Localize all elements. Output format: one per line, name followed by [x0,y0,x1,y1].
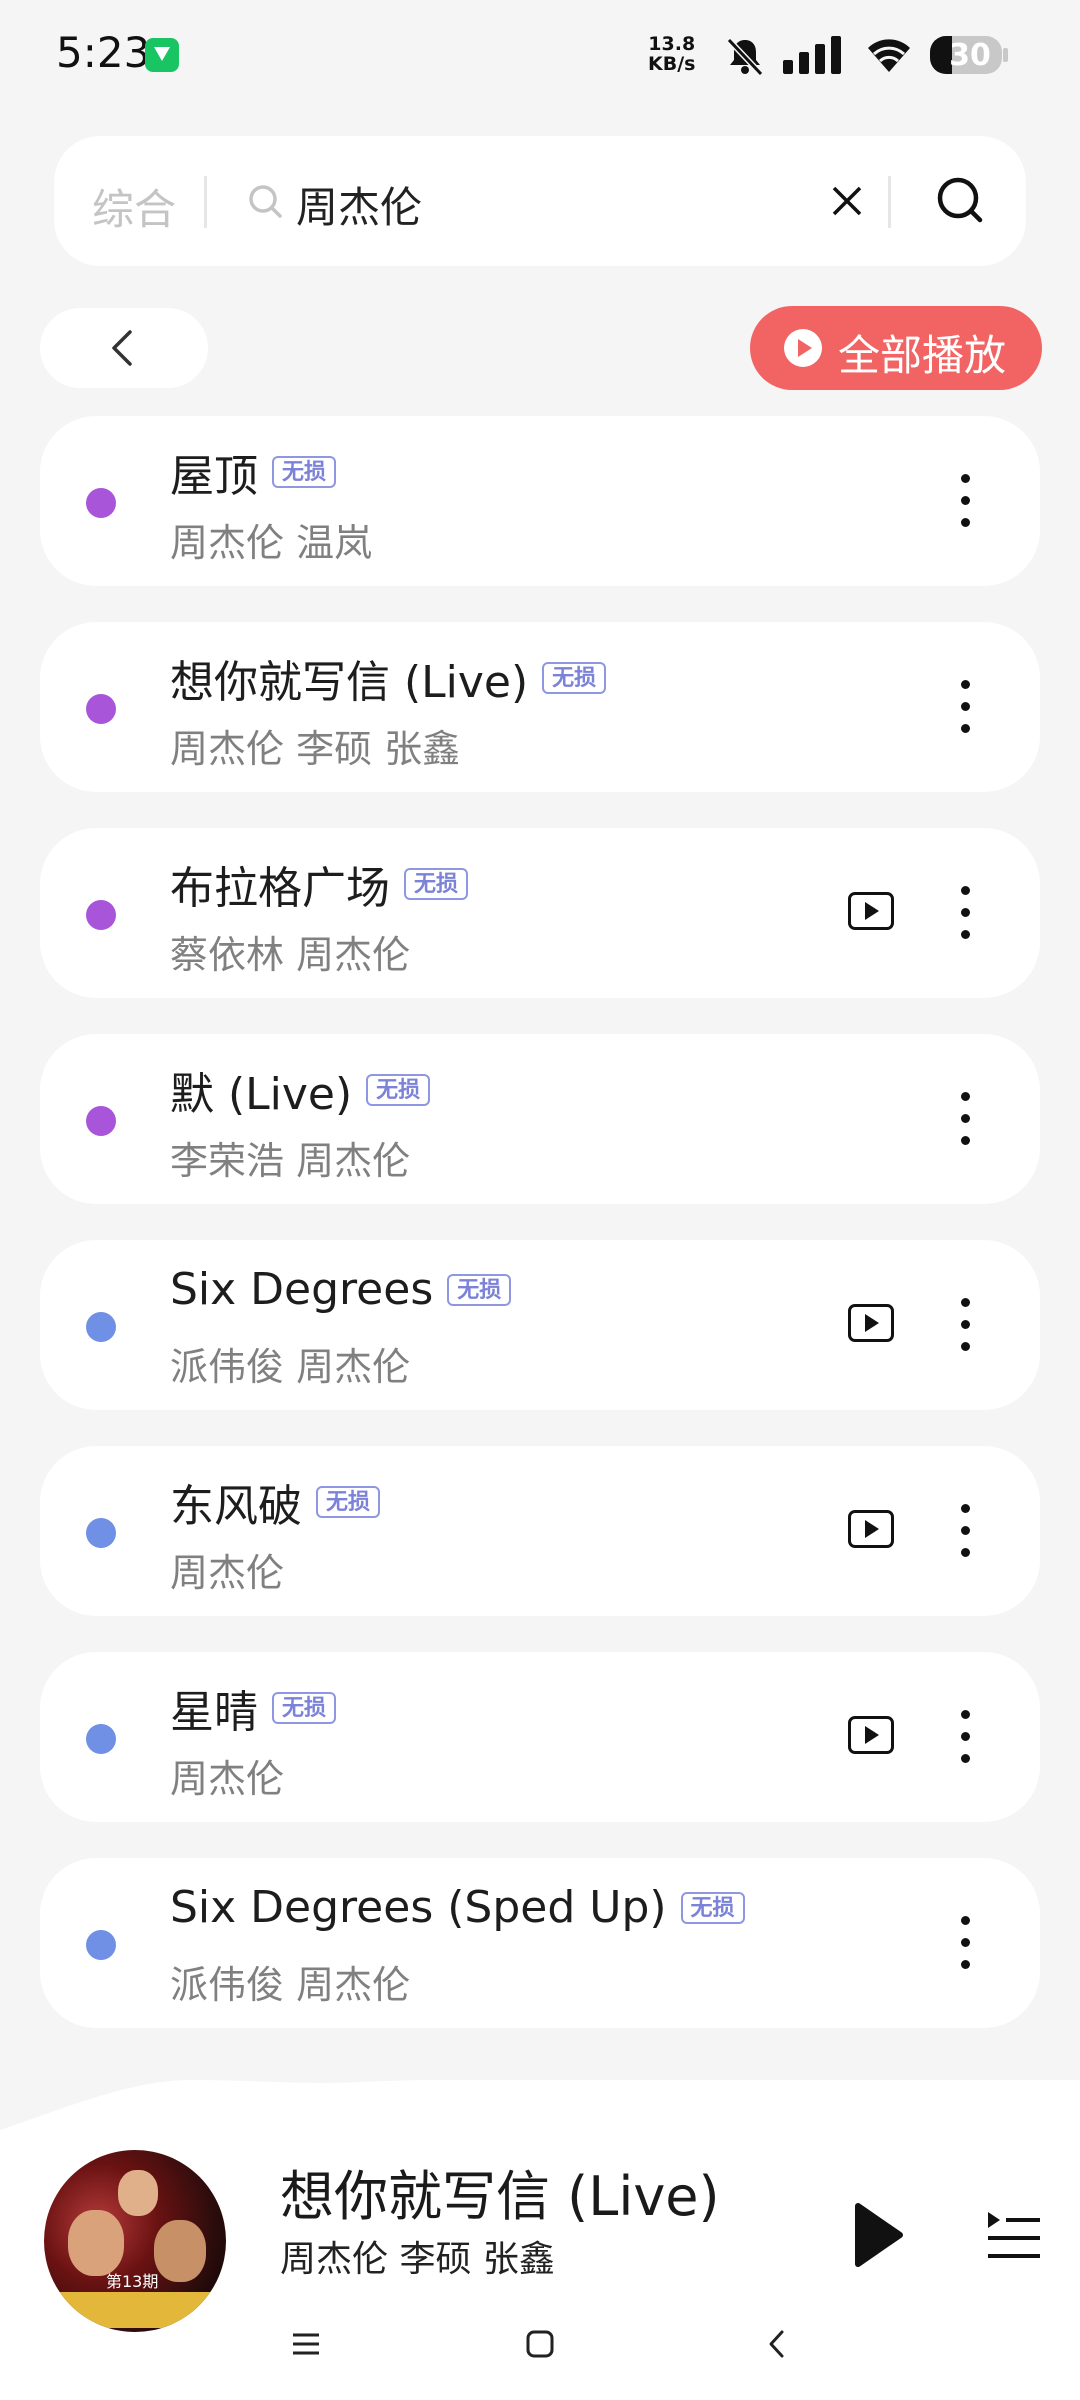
now-playing-artists: 周杰伦 李硕 张鑫 [280,2239,555,2280]
song-title-row: Six Degrees (Sped Up) 无损 [170,1882,745,1933]
cover-episode-text: 第13期 [106,2272,159,2291]
song-title: 默 (Live) [170,1069,353,1120]
lossless-badge: 无损 [316,1486,381,1518]
lossless-badge: 无损 [680,1891,745,1924]
back-button[interactable] [40,308,208,388]
search-icon [249,185,282,218]
song-status-dot [86,900,116,930]
home-icon[interactable] [524,2328,556,2360]
search-category-selector[interactable]: 综合 [92,176,176,237]
song-status-dot [86,694,116,724]
song-artists: 周杰伦 [170,1551,285,1595]
song-status-dot [86,1518,116,1548]
chevron-left-icon [112,330,132,366]
network-speed-unit: KB/s [648,53,696,75]
song-title: 想你就写信 (Live) [170,657,529,708]
play-circle-icon [784,329,822,367]
lossless-badge: 无损 [272,1692,337,1724]
menu-icon[interactable] [290,2328,322,2360]
song-status-dot [86,1930,116,1960]
song-row[interactable]: Six Degrees 无损派伟俊 周杰伦 [40,1240,1040,1410]
music-video-icon[interactable] [848,1304,894,1342]
song-artists: 蔡依林 周杰伦 [170,933,411,977]
search-button-icon[interactable] [932,172,990,230]
system-nav-bar [0,2292,1080,2400]
song-status-dot [86,1106,116,1136]
lossless-badge: 无损 [542,662,607,694]
song-artists: 周杰伦 [170,1757,285,1801]
song-title-row: 星晴 无损 [170,1676,337,1740]
more-options-icon[interactable] [958,1710,972,1764]
network-speed: 13.8 KB/s [648,34,695,74]
song-title: 东风破 [170,1481,302,1532]
now-playing-title: 想你就写信 (Live) [280,2165,720,2228]
battery-level: 30 [949,38,991,73]
song-artists: 派伟俊 周杰伦 [170,1345,411,1389]
song-title: Six Degrees [170,1264,434,1315]
more-options-icon[interactable] [958,680,972,734]
clear-icon[interactable] [826,180,868,222]
song-row[interactable]: 默 (Live) 无损李荣浩 周杰伦 [40,1034,1040,1204]
play-icon[interactable] [850,2200,906,2270]
song-row[interactable]: 屋顶 无损周杰伦 温岚 [40,416,1040,586]
song-row[interactable]: Six Degrees (Sped Up) 无损派伟俊 周杰伦 [40,1858,1040,2028]
song-row[interactable]: 想你就写信 (Live) 无损周杰伦 李硕 张鑫 [40,622,1040,792]
song-artists: 李荣浩 周杰伦 [170,1139,411,1183]
song-title-row: Six Degrees 无损 [170,1264,512,1315]
song-title: Six Degrees (Sped Up) [170,1882,667,1933]
more-options-icon[interactable] [958,1916,972,1970]
song-row[interactable]: 东风破 无损周杰伦 [40,1446,1040,1616]
back-nav-icon[interactable] [762,2328,794,2360]
playlist-queue-icon[interactable] [984,2206,1042,2266]
lossless-badge: 无损 [404,868,469,900]
search-bar: 综合 周杰伦 [54,136,1026,266]
divider [888,176,891,228]
music-video-icon[interactable] [848,1510,894,1548]
status-bar: 5:23 13.8 KB/s 30 [0,0,1080,110]
song-artists: 派伟俊 周杰伦 [170,1963,411,2007]
music-video-icon[interactable] [848,892,894,930]
song-title: 屋顶 [170,451,258,502]
song-title: 星晴 [170,1687,258,1738]
song-title-row: 默 (Live) 无损 [170,1058,431,1122]
song-status-dot [86,1724,116,1754]
song-title-row: 屋顶 无损 [170,440,337,504]
lossless-badge: 无损 [447,1273,512,1306]
music-video-icon[interactable] [848,1716,894,1754]
vpn-icon [145,38,179,72]
song-title: 布拉格广场 [170,863,390,914]
network-speed-value: 13.8 [648,33,696,55]
more-options-icon[interactable] [958,886,972,940]
play-all-label: 全部播放 [838,331,1007,380]
more-options-icon[interactable] [958,1092,972,1146]
song-row[interactable]: 布拉格广场 无损蔡依林 周杰伦 [40,828,1040,998]
more-options-icon[interactable] [958,1298,972,1352]
divider [204,176,207,228]
more-options-icon[interactable] [958,1504,972,1558]
status-time: 5:23 [56,28,151,77]
battery-indicator: 30 [930,36,1010,74]
song-title-row: 东风破 无损 [170,1470,381,1534]
song-title-row: 布拉格广场 无损 [170,852,469,916]
play-all-button[interactable]: 全部播放 [750,306,1042,390]
signal-icon [783,36,841,74]
bell-muted-icon [726,37,764,77]
song-artists: 周杰伦 李硕 张鑫 [170,727,461,771]
song-status-dot [86,488,116,518]
search-input[interactable]: 周杰伦 [296,174,422,235]
song-title-row: 想你就写信 (Live) 无损 [170,646,607,710]
lossless-badge: 无损 [366,1074,431,1106]
song-status-dot [86,1312,116,1342]
lossless-badge: 无损 [272,456,337,488]
song-row[interactable]: 星晴 无损周杰伦 [40,1652,1040,1822]
song-artists: 周杰伦 温岚 [170,521,373,565]
wifi-icon [868,39,910,72]
more-options-icon[interactable] [958,474,972,528]
